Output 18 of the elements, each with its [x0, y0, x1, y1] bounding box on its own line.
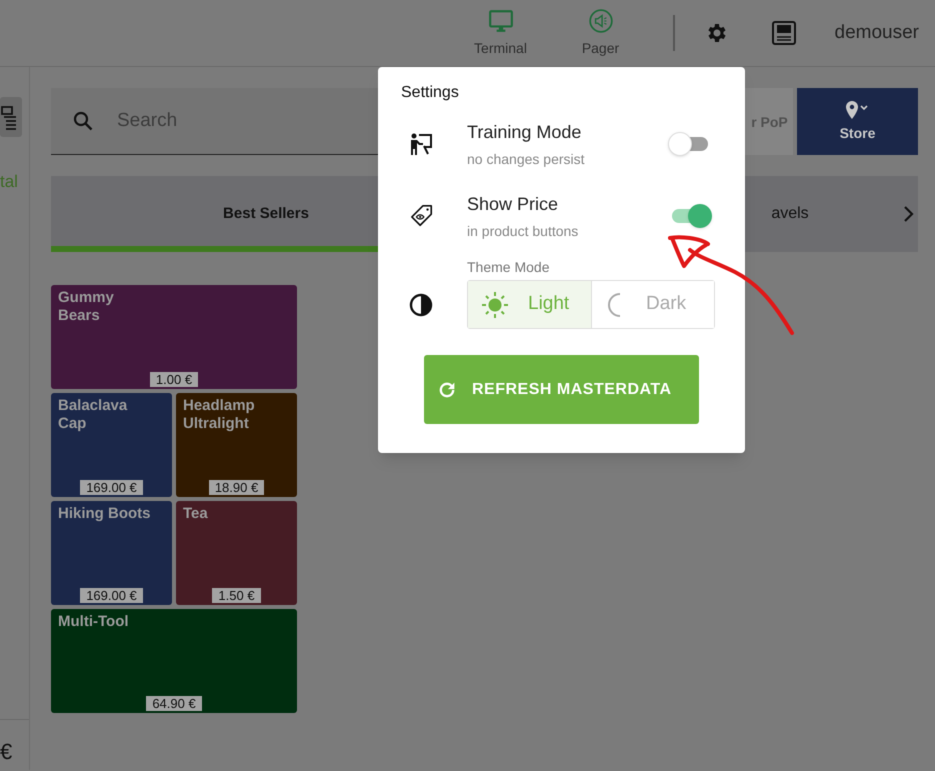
popup-title: Settings [401, 83, 460, 103]
theme-mode-label: Theme Mode [467, 258, 550, 277]
price-label: 1.50 € [212, 588, 261, 603]
sidebar-label: tal [0, 171, 19, 193]
product-name: Hiking Boots [58, 505, 152, 523]
price-label: 169.00 € [80, 480, 143, 495]
price-label: 64.90 € [146, 696, 202, 711]
product-name: Headlamp Ultralight [183, 397, 256, 433]
product-name: Tea [183, 505, 209, 523]
setting-label: Training Mode [467, 120, 582, 144]
price-label: 169.00 € [80, 588, 143, 603]
price-label: 1.00 € [150, 372, 198, 387]
setting-hint: no changes persist [467, 150, 586, 169]
product-name: Gummy Bears [58, 289, 115, 325]
price-label: 18.90 € [208, 480, 264, 495]
total-amount: € [0, 738, 12, 766]
product-name: Balaclava Cap [58, 397, 128, 433]
product-name: Multi-Tool [58, 613, 130, 631]
